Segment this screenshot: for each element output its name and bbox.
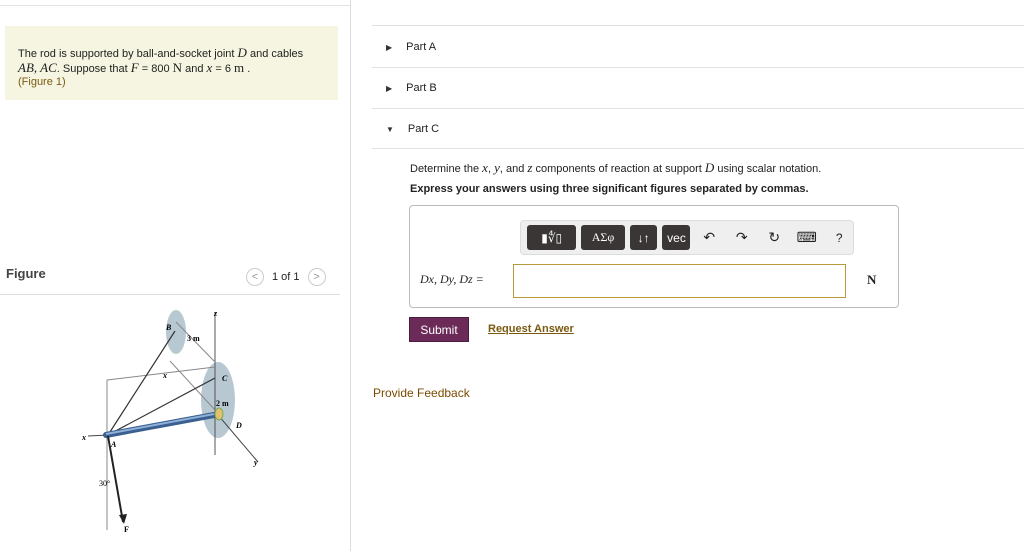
divider <box>0 5 350 6</box>
figure-link[interactable]: (Figure 1) <box>18 76 66 88</box>
caret-right-icon: ▶ <box>386 42 393 52</box>
next-figure-button[interactable]: > <box>307 268 326 286</box>
question-text: Determine the x, y, and z components of … <box>410 160 821 176</box>
arrows-button[interactable]: ↓↑ <box>629 225 658 250</box>
provide-feedback-link[interactable]: Provide Feedback <box>373 386 470 400</box>
caret-right-icon: ▶ <box>386 83 393 93</box>
label-x-axis: x <box>81 433 86 442</box>
caret-down-icon: ▼ <box>386 124 394 134</box>
part-label: Part B <box>406 82 437 94</box>
divider <box>372 67 1024 68</box>
dimension-line <box>106 366 216 381</box>
text: components of reaction at support <box>532 163 705 175</box>
figure-pager: < 1 of 1 > <box>246 268 326 286</box>
text: , and <box>499 163 528 175</box>
ball-socket-joint <box>214 407 224 421</box>
greek-button[interactable]: ΑΣφ <box>581 225 625 250</box>
answer-input[interactable] <box>513 264 846 298</box>
undo-icon[interactable]: ↶ <box>695 229 723 246</box>
vec-button[interactable]: vec <box>662 225 691 250</box>
answer-label: Dx, Dy, Dz = <box>420 272 484 286</box>
math: F <box>130 60 139 75</box>
text: and cables <box>246 48 304 60</box>
templates-button[interactable]: ▮∜▯ <box>527 225 577 250</box>
math: D <box>704 160 715 175</box>
text: = 800 <box>138 63 173 75</box>
math: AB, AC <box>18 60 57 75</box>
part-b-toggle[interactable]: ▶ Part B <box>386 82 437 94</box>
submit-button[interactable]: Submit <box>409 317 469 342</box>
label-d: D <box>235 421 242 430</box>
problem-statement: The rod is supported by ball-and-socket … <box>5 26 338 100</box>
part-c-toggle[interactable]: ▼ Part C <box>386 123 439 135</box>
figure-diagram: B C A D x x y z F 3 m 2 m 30° <box>81 309 259 534</box>
text: using scalar notation. <box>714 163 822 175</box>
label-angle: 30° <box>99 479 110 488</box>
prev-figure-button[interactable]: < <box>246 268 264 286</box>
text: Determine the <box>410 163 483 175</box>
math-toolbar: ▮∜▯ ΑΣφ ↓↑ vec ↶ ↷ ↻ ⌨ ? <box>520 220 854 255</box>
divider <box>372 25 1024 26</box>
wall-shade <box>166 310 186 354</box>
rod-highlight <box>105 413 215 435</box>
part-a-toggle[interactable]: ▶ Part A <box>386 41 436 53</box>
reset-icon[interactable]: ↻ <box>760 229 788 246</box>
math: m <box>234 60 245 75</box>
label-y: y <box>253 458 258 467</box>
divider <box>372 108 1024 109</box>
text: The rod is supported by ball-and-socket … <box>18 48 238 60</box>
text: . <box>244 63 251 75</box>
divider <box>372 148 1024 149</box>
request-answer-link[interactable]: Request Answer <box>488 323 574 335</box>
part-label: Part C <box>407 123 440 135</box>
math: N <box>172 60 183 75</box>
label-2m: 2 m <box>216 399 229 408</box>
text: = 6 <box>212 63 235 75</box>
label-b: B <box>165 323 172 332</box>
text: . Suppose that <box>56 63 131 75</box>
label-z: z <box>213 309 218 318</box>
cable-ab <box>107 330 176 436</box>
label-3m: 3 m <box>187 334 200 343</box>
figure-heading: Figure <box>6 266 46 281</box>
text: and <box>182 63 207 75</box>
instructions: Express your answers using three signifi… <box>410 183 809 195</box>
help-icon[interactable]: ? <box>825 231 853 245</box>
label-f: F <box>124 525 129 534</box>
page-indicator: 1 of 1 <box>272 271 300 283</box>
label-a: A <box>110 440 117 449</box>
divider <box>350 0 351 551</box>
math: D <box>237 45 247 60</box>
redo-icon[interactable]: ↷ <box>728 229 756 246</box>
label-c: C <box>222 374 228 383</box>
arrowhead <box>119 514 127 524</box>
part-label: Part A <box>406 41 437 53</box>
unit-label: N <box>867 272 877 287</box>
keyboard-icon[interactable]: ⌨ <box>793 229 821 246</box>
label-x-dim: x <box>162 371 167 380</box>
